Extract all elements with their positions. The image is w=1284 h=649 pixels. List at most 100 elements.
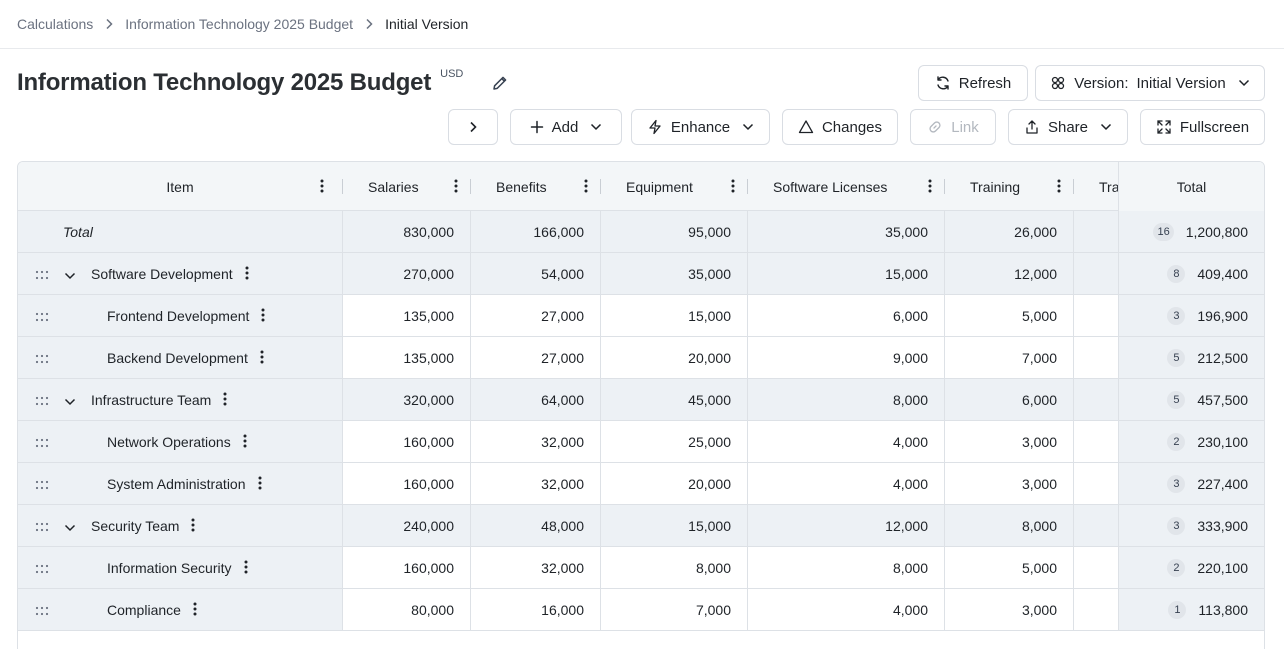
value-cell[interactable]: 6,000 xyxy=(944,379,1073,420)
value-cell[interactable]: 32,000 xyxy=(470,463,600,504)
value-cell[interactable]: 9,000 xyxy=(747,337,944,378)
column-header-training[interactable]: Training xyxy=(944,162,1073,211)
value-cell-truncated[interactable] xyxy=(1073,337,1118,378)
value-cell[interactable]: 240,000 xyxy=(342,505,470,546)
pencil-icon[interactable] xyxy=(491,74,509,92)
value-cell[interactable]: 4,000 xyxy=(747,463,944,504)
value-cell[interactable]: 95,000 xyxy=(600,211,747,252)
value-cell[interactable]: 830,000 xyxy=(342,211,470,252)
drag-handle-icon[interactable] xyxy=(35,393,49,409)
value-cell[interactable]: 8,000 xyxy=(944,505,1073,546)
value-cell[interactable]: 16,000 xyxy=(470,589,600,630)
row-menu-icon[interactable] xyxy=(260,350,264,367)
value-cell-truncated[interactable] xyxy=(1073,421,1118,462)
value-cell[interactable]: 35,000 xyxy=(747,211,944,252)
value-cell[interactable]: 4,000 xyxy=(747,421,944,462)
value-cell[interactable]: 80,000 xyxy=(342,589,470,630)
value-cell[interactable]: 20,000 xyxy=(600,463,747,504)
value-cell[interactable]: 48,000 xyxy=(470,505,600,546)
value-cell[interactable]: 7,000 xyxy=(944,337,1073,378)
changes-button[interactable]: Changes xyxy=(782,109,898,145)
value-cell-truncated[interactable] xyxy=(1073,211,1118,252)
value-cell[interactable]: 45,000 xyxy=(600,379,747,420)
drag-handle-icon[interactable] xyxy=(35,351,49,367)
chevron-down-icon[interactable] xyxy=(64,519,76,535)
chevron-down-icon[interactable] xyxy=(64,267,76,283)
value-cell[interactable]: 15,000 xyxy=(600,505,747,546)
table-row[interactable]: Backend Development 135,000 27,000 20,000 9,… xyxy=(18,337,1264,379)
value-cell[interactable]: 64,000 xyxy=(470,379,600,420)
value-cell[interactable]: 20,000 xyxy=(600,337,747,378)
value-cell[interactable]: 5,000 xyxy=(944,547,1073,588)
value-cell-truncated[interactable] xyxy=(1073,253,1118,294)
breadcrumb-calculations[interactable]: Calculations xyxy=(17,16,93,32)
value-cell[interactable]: 166,000 xyxy=(470,211,600,252)
chevron-down-icon[interactable] xyxy=(64,393,76,409)
link-button[interactable]: Link xyxy=(910,109,996,145)
share-button[interactable]: Share xyxy=(1008,109,1128,145)
column-menu-icon[interactable] xyxy=(320,179,324,196)
row-menu-icon[interactable] xyxy=(223,392,227,409)
drag-handle-icon[interactable] xyxy=(35,519,49,535)
table-row[interactable]: Software Development 270,000 54,000 35,000 1… xyxy=(18,253,1264,295)
value-cell[interactable]: 27,000 xyxy=(470,295,600,336)
breadcrumb-budget[interactable]: Information Technology 2025 Budget xyxy=(125,16,353,32)
column-menu-icon[interactable] xyxy=(454,179,458,196)
value-cell-truncated[interactable] xyxy=(1073,463,1118,504)
refresh-button[interactable]: Refresh xyxy=(918,65,1028,101)
column-header-equipment[interactable]: Equipment xyxy=(600,162,747,211)
column-header-item[interactable]: Item xyxy=(18,162,342,211)
enhance-button[interactable]: Enhance xyxy=(631,109,770,145)
value-cell[interactable]: 15,000 xyxy=(747,253,944,294)
value-cell[interactable]: 320,000 xyxy=(342,379,470,420)
row-menu-icon[interactable] xyxy=(245,266,249,283)
version-select[interactable]: Version: Initial Version xyxy=(1035,65,1265,101)
column-header-truncated[interactable]: Tra xyxy=(1073,162,1118,211)
table-row[interactable]: Information Security 160,000 32,000 8,000 8,… xyxy=(18,547,1264,589)
row-menu-icon[interactable] xyxy=(244,560,248,577)
value-cell-truncated[interactable] xyxy=(1073,505,1118,546)
value-cell-truncated[interactable] xyxy=(1073,295,1118,336)
table-row[interactable]: Network Operations 160,000 32,000 25,000 4,0… xyxy=(18,421,1264,463)
value-cell[interactable]: 3,000 xyxy=(944,589,1073,630)
value-cell[interactable]: 27,000 xyxy=(470,337,600,378)
value-cell[interactable]: 35,000 xyxy=(600,253,747,294)
value-cell[interactable]: 12,000 xyxy=(747,505,944,546)
value-cell[interactable]: 160,000 xyxy=(342,421,470,462)
add-button[interactable]: Add xyxy=(510,109,622,145)
value-cell[interactable]: 3,000 xyxy=(944,463,1073,504)
drag-handle-icon[interactable] xyxy=(35,561,49,577)
value-cell-truncated[interactable] xyxy=(1073,547,1118,588)
value-cell[interactable]: 7,000 xyxy=(600,589,747,630)
table-row[interactable]: System Administration 160,000 32,000 20,000… xyxy=(18,463,1264,505)
drag-handle-icon[interactable] xyxy=(35,435,49,451)
value-cell[interactable]: 6,000 xyxy=(747,295,944,336)
fullscreen-button[interactable]: Fullscreen xyxy=(1140,109,1265,145)
drag-handle-icon[interactable] xyxy=(35,477,49,493)
table-row[interactable]: Frontend Development 135,000 27,000 15,000 6… xyxy=(18,295,1264,337)
row-menu-icon[interactable] xyxy=(193,602,197,619)
drag-handle-icon[interactable] xyxy=(35,309,49,325)
column-header-benefits[interactable]: Benefits xyxy=(470,162,600,211)
row-menu-icon[interactable] xyxy=(258,476,262,493)
value-cell[interactable]: 8,000 xyxy=(747,547,944,588)
value-cell-truncated[interactable] xyxy=(1073,589,1118,630)
value-cell[interactable]: 270,000 xyxy=(342,253,470,294)
value-cell[interactable]: 26,000 xyxy=(944,211,1073,252)
value-cell[interactable]: 3,000 xyxy=(944,421,1073,462)
value-cell[interactable]: 135,000 xyxy=(342,295,470,336)
drag-handle-icon[interactable] xyxy=(35,603,49,619)
column-menu-icon[interactable] xyxy=(928,179,932,196)
table-row[interactable]: Infrastructure Team 320,000 64,000 45,000 8,… xyxy=(18,379,1264,421)
value-cell[interactable]: 15,000 xyxy=(600,295,747,336)
column-menu-icon[interactable] xyxy=(1057,179,1061,196)
value-cell[interactable]: 8,000 xyxy=(747,379,944,420)
row-menu-icon[interactable] xyxy=(243,434,247,451)
row-menu-icon[interactable] xyxy=(261,308,265,325)
value-cell[interactable]: 54,000 xyxy=(470,253,600,294)
value-cell[interactable]: 5,000 xyxy=(944,295,1073,336)
value-cell[interactable]: 32,000 xyxy=(470,421,600,462)
value-cell[interactable]: 25,000 xyxy=(600,421,747,462)
row-menu-icon[interactable] xyxy=(191,518,195,535)
value-cell[interactable]: 160,000 xyxy=(342,547,470,588)
